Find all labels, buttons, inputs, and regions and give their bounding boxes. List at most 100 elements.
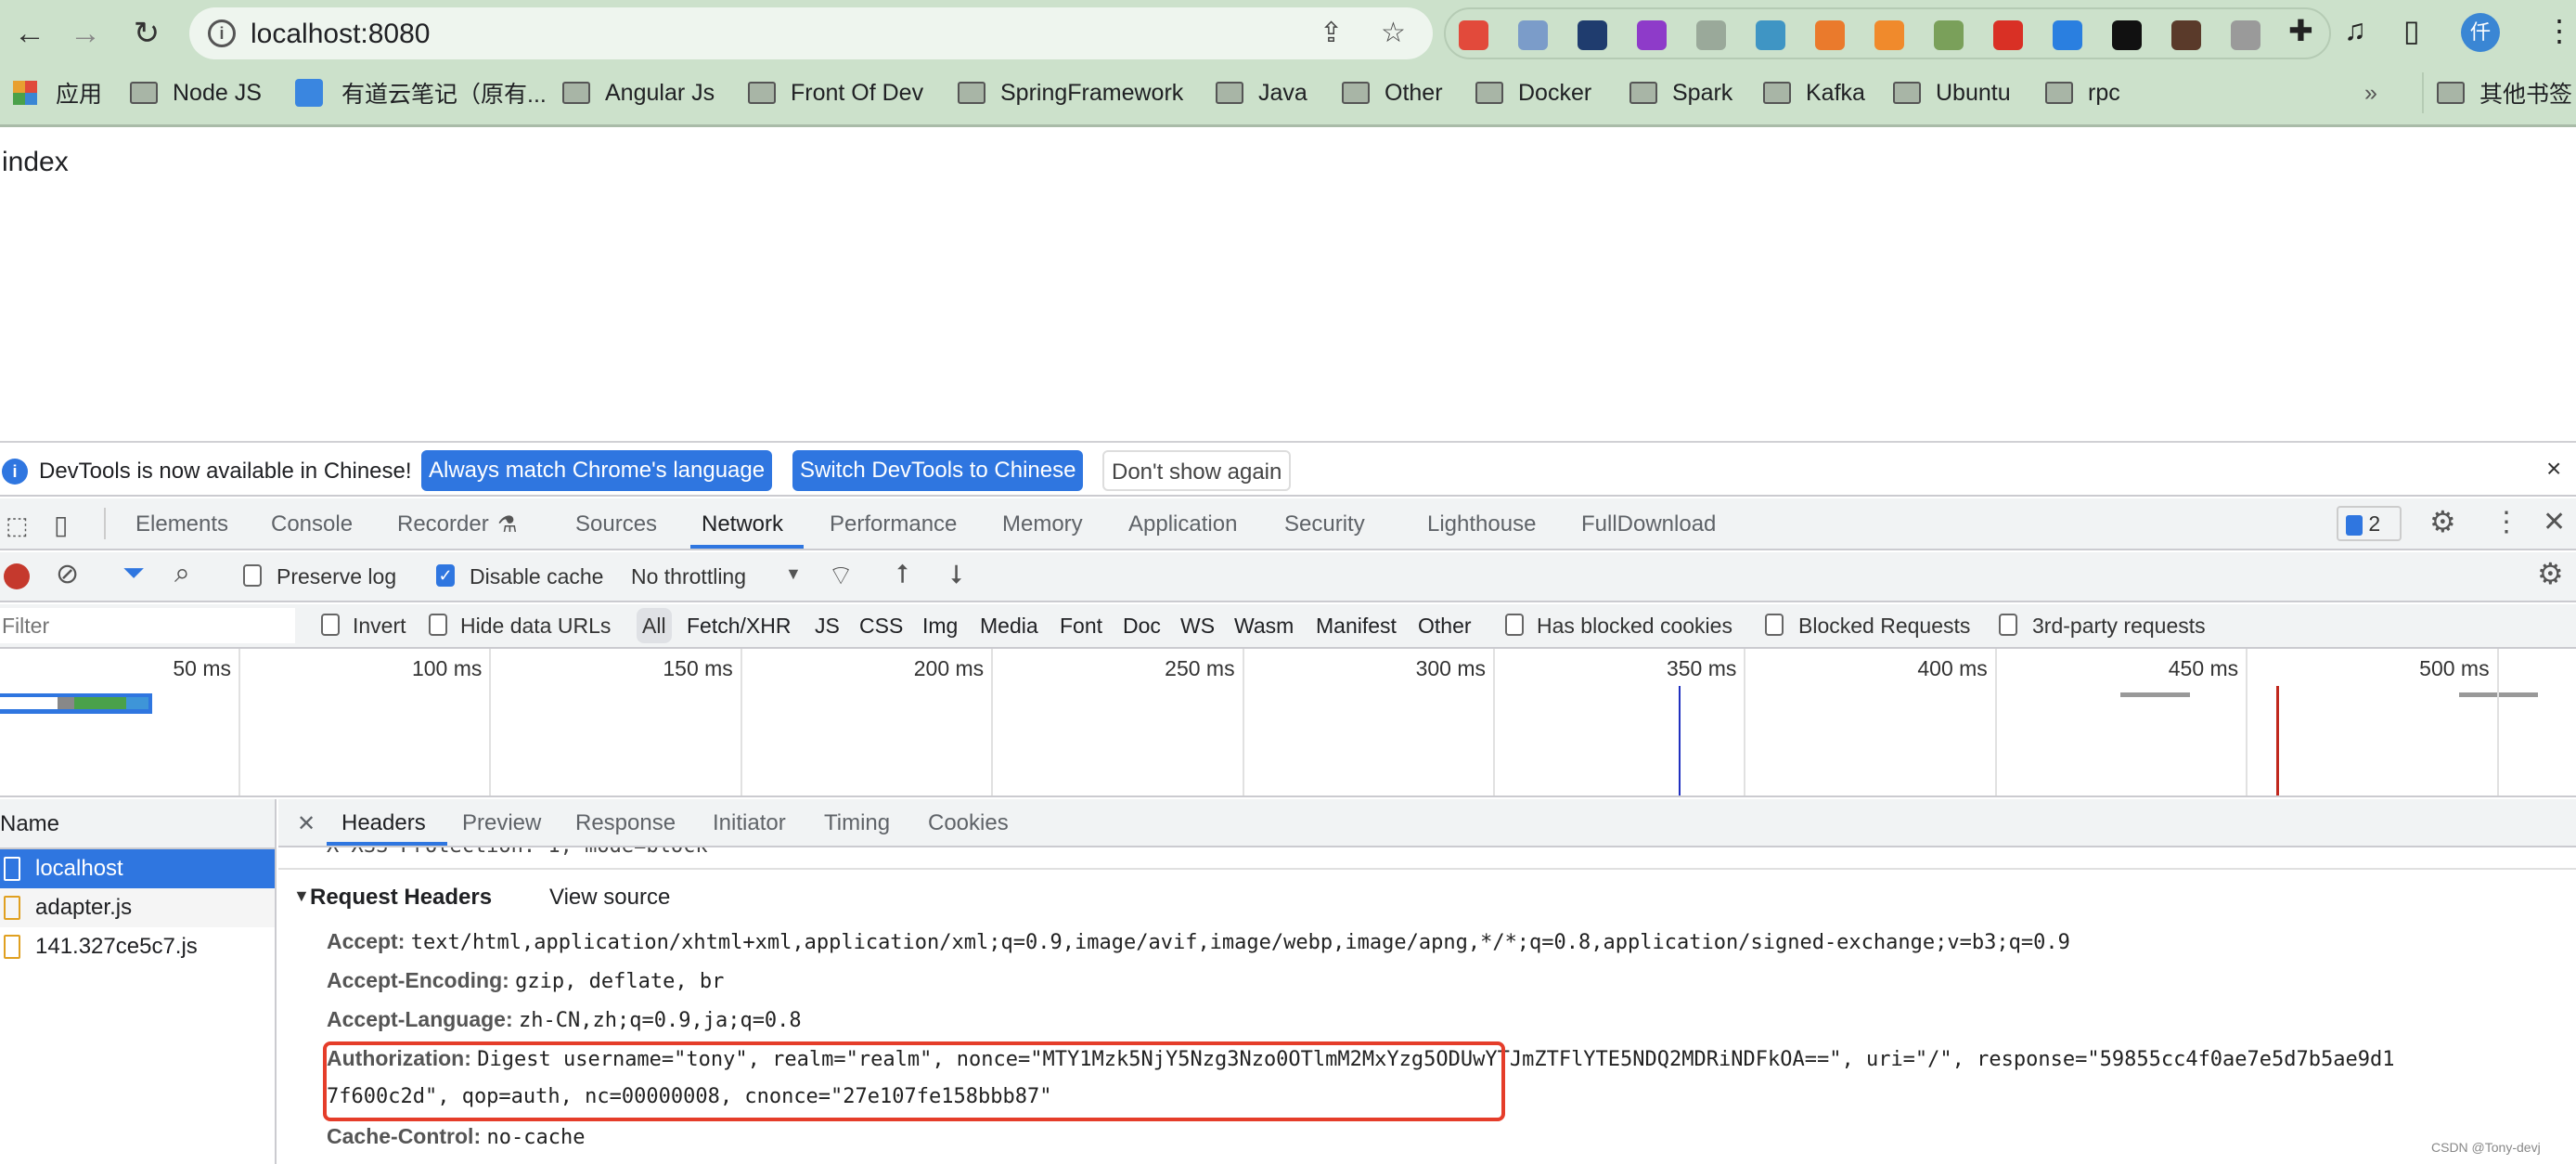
tab-security[interactable]: Security xyxy=(1284,511,1365,537)
tab-elements[interactable]: Elements xyxy=(135,511,228,537)
tab-performance[interactable]: Performance xyxy=(830,511,957,537)
blocked-requests-checkbox[interactable] xyxy=(1765,614,1784,636)
extensions-puzzle-icon[interactable]: ✚ xyxy=(2288,13,2313,48)
bookmark-item[interactable]: Front Of Dev xyxy=(748,72,923,113)
check-ext-icon[interactable] xyxy=(1578,20,1607,50)
side-panel-icon[interactable]: ▯ xyxy=(2403,13,2420,48)
forward-button[interactable]: → xyxy=(65,13,106,54)
bookmark-item[interactable]: rpc xyxy=(2045,72,2120,113)
network-overview-timeline[interactable]: 50 ms 100 ms 150 ms 200 ms 250 ms 300 ms 350 m… xyxy=(0,649,2576,797)
request-row[interactable]: adapter.js xyxy=(0,888,275,927)
dont-show-again-button[interactable]: Don't show again xyxy=(1102,450,1292,491)
throttling-select[interactable]: No throttling xyxy=(631,564,746,589)
tab-fulldownload[interactable]: FullDownload xyxy=(1581,511,1716,537)
tab-network[interactable]: Network xyxy=(702,511,783,537)
filter-icon[interactable]: ⏷ xyxy=(122,558,145,589)
filter-type-ws[interactable]: WS xyxy=(1180,614,1215,639)
inspect-element-icon[interactable]: ⬚ xyxy=(6,511,29,540)
ring-ext-icon[interactable] xyxy=(1518,20,1548,50)
profile-avatar[interactable]: 仟 xyxy=(2461,13,2500,52)
back-button[interactable]: ← xyxy=(9,13,50,54)
bookmark-item[interactable]: 有道云笔记（原有... xyxy=(295,72,547,113)
search-icon[interactable]: ⌕ xyxy=(174,558,190,589)
black-square-ext-icon[interactable] xyxy=(2112,20,2142,50)
filter-type-font[interactable]: Font xyxy=(1060,614,1102,639)
bookmark-item[interactable]: Spark xyxy=(1629,72,1732,113)
import-har-icon[interactable]: ⭡ xyxy=(896,560,908,590)
filter-type-manifest[interactable]: Manifest xyxy=(1316,614,1397,639)
disable-cache-checkbox[interactable]: ✓ xyxy=(436,564,455,587)
filter-type-other[interactable]: Other xyxy=(1418,614,1472,639)
filter-type-wasm[interactable]: Wasm xyxy=(1234,614,1294,639)
bookmark-item[interactable]: SpringFramework xyxy=(958,72,1183,113)
orange-shape-ext-icon[interactable] xyxy=(1874,20,1904,50)
detail-tab-initiator[interactable]: Initiator xyxy=(713,810,786,836)
chevron-down-icon[interactable]: ▼ xyxy=(785,564,802,584)
axure-rp-ext-icon[interactable] xyxy=(1637,20,1667,50)
screen-ext-icon[interactable] xyxy=(2053,20,2082,50)
tab-sources[interactable]: Sources xyxy=(575,511,657,537)
filter-type-css[interactable]: CSS xyxy=(859,614,903,639)
download-ext-icon[interactable] xyxy=(1934,20,1964,50)
reload-button[interactable]: ↻ xyxy=(126,13,167,54)
bookmark-item[interactable]: Docker xyxy=(1475,72,1591,113)
media-control-icon[interactable]: ♫ xyxy=(2344,13,2366,47)
filter-type-fetch-xhr[interactable]: Fetch/XHR xyxy=(687,614,791,639)
command-ext-icon[interactable] xyxy=(2231,20,2260,50)
detail-tab-cookies[interactable]: Cookies xyxy=(928,810,1009,836)
bookmark-item[interactable]: 应用 xyxy=(13,72,102,113)
always-match-language-button[interactable]: Always match Chrome's language xyxy=(421,450,773,491)
bookmark-item[interactable]: Angular Js xyxy=(562,72,715,113)
network-settings-gear-icon[interactable]: ⚙ xyxy=(2537,556,2564,591)
filter-type-doc[interactable]: Doc xyxy=(1123,614,1161,639)
tab-lighthouse[interactable]: Lighthouse xyxy=(1427,511,1536,537)
filter-input[interactable] xyxy=(0,608,295,643)
filter-type-img[interactable]: Img xyxy=(922,614,958,639)
detail-tab-headers[interactable]: Headers xyxy=(341,810,426,836)
other-bookmarks-folder[interactable]: 其他书签 xyxy=(2422,72,2572,113)
collapse-triangle-icon[interactable]: ▼ xyxy=(293,886,310,906)
preserve-log-checkbox[interactable] xyxy=(243,564,262,587)
invert-checkbox[interactable] xyxy=(321,614,340,636)
settings-gear-icon[interactable]: ⚙ xyxy=(2429,504,2456,539)
name-column-header[interactable]: Name xyxy=(0,799,275,849)
filter-type-media[interactable]: Media xyxy=(980,614,1038,639)
hide-data-urls-checkbox[interactable] xyxy=(429,614,447,636)
tab-application[interactable]: Application xyxy=(1128,511,1237,537)
share-icon[interactable]: ⇪ xyxy=(1320,17,1343,49)
close-detail-icon[interactable]: ✕ xyxy=(297,810,316,837)
device-toolbar-icon[interactable]: ▯ xyxy=(54,510,68,540)
tab-recorder[interactable]: Recorder xyxy=(397,511,489,537)
site-info-icon[interactable]: i xyxy=(208,19,236,47)
view-source-link[interactable]: View source xyxy=(549,885,670,911)
detail-tab-response[interactable]: Response xyxy=(575,810,676,836)
devtools-menu-icon[interactable]: ⋮ xyxy=(2492,506,2520,538)
has-blocked-cookies-checkbox[interactable] xyxy=(1505,614,1524,636)
fe-ext-icon[interactable] xyxy=(1993,20,2023,50)
detail-tab-timing[interactable]: Timing xyxy=(824,810,890,836)
fruit-bowl-ext-icon[interactable] xyxy=(1756,20,1785,50)
detail-tab-preview[interactable]: Preview xyxy=(462,810,541,836)
bookmark-item[interactable]: Other xyxy=(1342,72,1443,113)
bookmark-item[interactable]: Java xyxy=(1216,72,1307,113)
address-bar[interactable]: i localhost:8080 ⇪ ☆ xyxy=(189,7,1433,59)
url-text[interactable]: localhost:8080 xyxy=(251,19,430,50)
close-infobar-icon[interactable]: × xyxy=(2546,454,2561,484)
request-row[interactable]: localhost xyxy=(0,849,275,888)
export-har-icon[interactable]: ⭣ xyxy=(950,560,962,590)
react-devtools-ext-icon[interactable] xyxy=(1696,20,1726,50)
request-row[interactable]: 141.327ce5c7.js xyxy=(0,927,275,966)
tab-memory[interactable]: Memory xyxy=(1002,511,1083,537)
bookmark-item[interactable]: Kafka xyxy=(1763,72,1865,113)
request-headers-title[interactable]: Request Headers xyxy=(310,885,492,911)
sitemap-ext-icon[interactable] xyxy=(1459,20,1488,50)
mask-ext-icon[interactable] xyxy=(2171,20,2201,50)
network-conditions-icon[interactable]: ⌔ xyxy=(828,558,854,593)
bookmark-item[interactable]: Ubuntu xyxy=(1893,72,2011,113)
record-button[interactable] xyxy=(4,563,30,589)
switch-to-chinese-button[interactable]: Switch DevTools to Chinese xyxy=(792,450,1084,491)
clear-icon[interactable]: ⊘ xyxy=(56,558,79,590)
close-devtools-icon[interactable]: ✕ xyxy=(2543,506,2566,538)
bookmark-star-icon[interactable]: ☆ xyxy=(1381,17,1406,49)
orange-ext-icon[interactable] xyxy=(1815,20,1845,50)
